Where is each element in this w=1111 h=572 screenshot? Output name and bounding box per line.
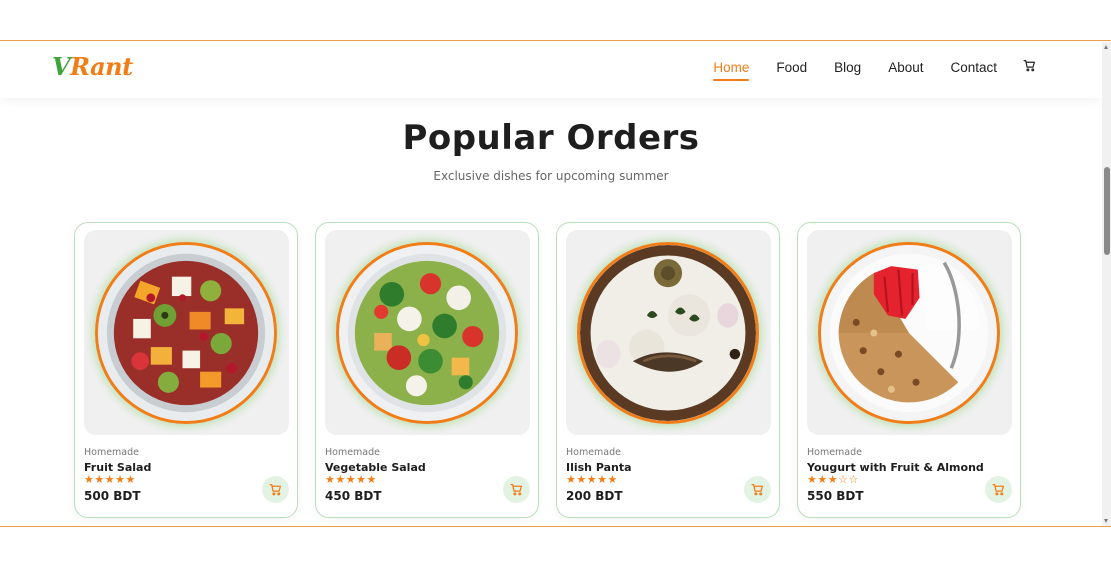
product-image-frame <box>566 230 771 435</box>
add-to-cart-button[interactable] <box>744 476 771 503</box>
product-price: 550 BDT <box>807 489 864 503</box>
nav-food[interactable]: Food <box>776 60 807 78</box>
cart-icon <box>269 483 282 496</box>
star-filled-icon: ★ <box>586 473 598 486</box>
product-rating: ★★★★★ <box>566 474 618 486</box>
product-price: 500 BDT <box>84 489 141 503</box>
nav-contact[interactable]: Contact <box>950 60 997 78</box>
vertical-scrollbar[interactable] <box>1102 42 1111 526</box>
scroll-down-icon[interactable] <box>1104 519 1108 523</box>
star-filled-icon: ★ <box>104 473 116 486</box>
product-card[interactable]: Homemade Ilish Panta ★★★★★ 200 BDT <box>556 222 780 518</box>
add-to-cart-button[interactable] <box>985 476 1012 503</box>
logo-initial: V <box>52 52 71 81</box>
star-filled-icon: ★ <box>84 473 95 486</box>
star-filled-icon: ★ <box>597 473 608 486</box>
brand-logo[interactable]: VRant <box>52 52 133 81</box>
product-card[interactable]: Homemade Yougurt with Fruit & Almond ★★★… <box>797 222 1021 518</box>
product-list: Homemade Fruit Salad ★★★★★ 500 BDT Homem… <box>74 222 1021 518</box>
top-window-strip <box>0 0 1111 41</box>
star-filled-icon: ★ <box>356 473 367 486</box>
scrollbar-thumb[interactable] <box>1103 167 1110 255</box>
product-image-frame <box>807 230 1012 435</box>
product-card[interactable]: Homemade Fruit Salad ★★★★★ 500 BDT <box>74 222 298 518</box>
vegetable-salad-image <box>336 242 518 424</box>
yogurt-granola-image <box>818 242 1000 424</box>
star-filled-icon: ★ <box>807 473 818 486</box>
star-empty-icon: ☆ <box>838 473 849 486</box>
product-tag: Homemade <box>566 447 622 458</box>
product-image-frame <box>325 230 530 435</box>
star-filled-icon: ★ <box>335 473 346 486</box>
add-to-cart-button[interactable] <box>262 476 289 503</box>
product-image-frame <box>84 230 289 435</box>
star-filled-icon: ★ <box>345 473 357 486</box>
nav-about[interactable]: About <box>888 60 923 78</box>
product-price: 200 BDT <box>566 489 623 503</box>
nav-home[interactable]: Home <box>713 60 750 81</box>
star-filled-icon: ★ <box>94 473 105 486</box>
cart-icon <box>751 483 764 496</box>
section-title: Popular Orders <box>402 118 700 158</box>
star-filled-icon: ★ <box>566 473 577 486</box>
navbar: VRant Home Food Blog About Contact <box>0 42 1102 98</box>
product-price: 450 BDT <box>325 489 382 503</box>
product-tag: Homemade <box>84 447 140 458</box>
logo-name: Rant <box>70 52 133 81</box>
ilish-panta-image <box>577 242 759 424</box>
product-tag: Homemade <box>807 447 863 458</box>
product-card[interactable]: Homemade Vegetable Salad ★★★★★ 450 BDT <box>315 222 539 518</box>
product-rating: ★★★☆☆ <box>807 474 859 486</box>
product-rating: ★★★★★ <box>325 474 377 486</box>
product-rating: ★★★★★ <box>84 474 136 486</box>
fruit-salad-image <box>95 242 277 424</box>
star-empty-icon: ☆ <box>848 473 859 486</box>
page-viewport: VRant Home Food Blog About Contact Popul… <box>0 42 1102 526</box>
star-filled-icon: ★ <box>366 473 377 486</box>
star-filled-icon: ★ <box>125 473 136 486</box>
shopping-cart-icon[interactable] <box>1023 59 1036 77</box>
product-tag: Homemade <box>325 447 381 458</box>
cart-icon <box>510 483 523 496</box>
nav-blog[interactable]: Blog <box>834 60 861 78</box>
star-filled-icon: ★ <box>115 473 126 486</box>
add-to-cart-button[interactable] <box>503 476 530 503</box>
bottom-window-strip <box>0 526 1111 572</box>
star-filled-icon: ★ <box>576 473 587 486</box>
scroll-up-icon[interactable] <box>1104 45 1108 49</box>
star-filled-icon: ★ <box>325 473 336 486</box>
cart-icon <box>992 483 1005 496</box>
star-filled-icon: ★ <box>607 473 618 486</box>
star-filled-icon: ★ <box>817 473 828 486</box>
main-nav: Home Food Blog About Contact <box>713 59 1036 81</box>
section-subtitle: Exclusive dishes for upcoming summer <box>433 169 669 183</box>
star-half-icon: ★ <box>827 473 839 486</box>
